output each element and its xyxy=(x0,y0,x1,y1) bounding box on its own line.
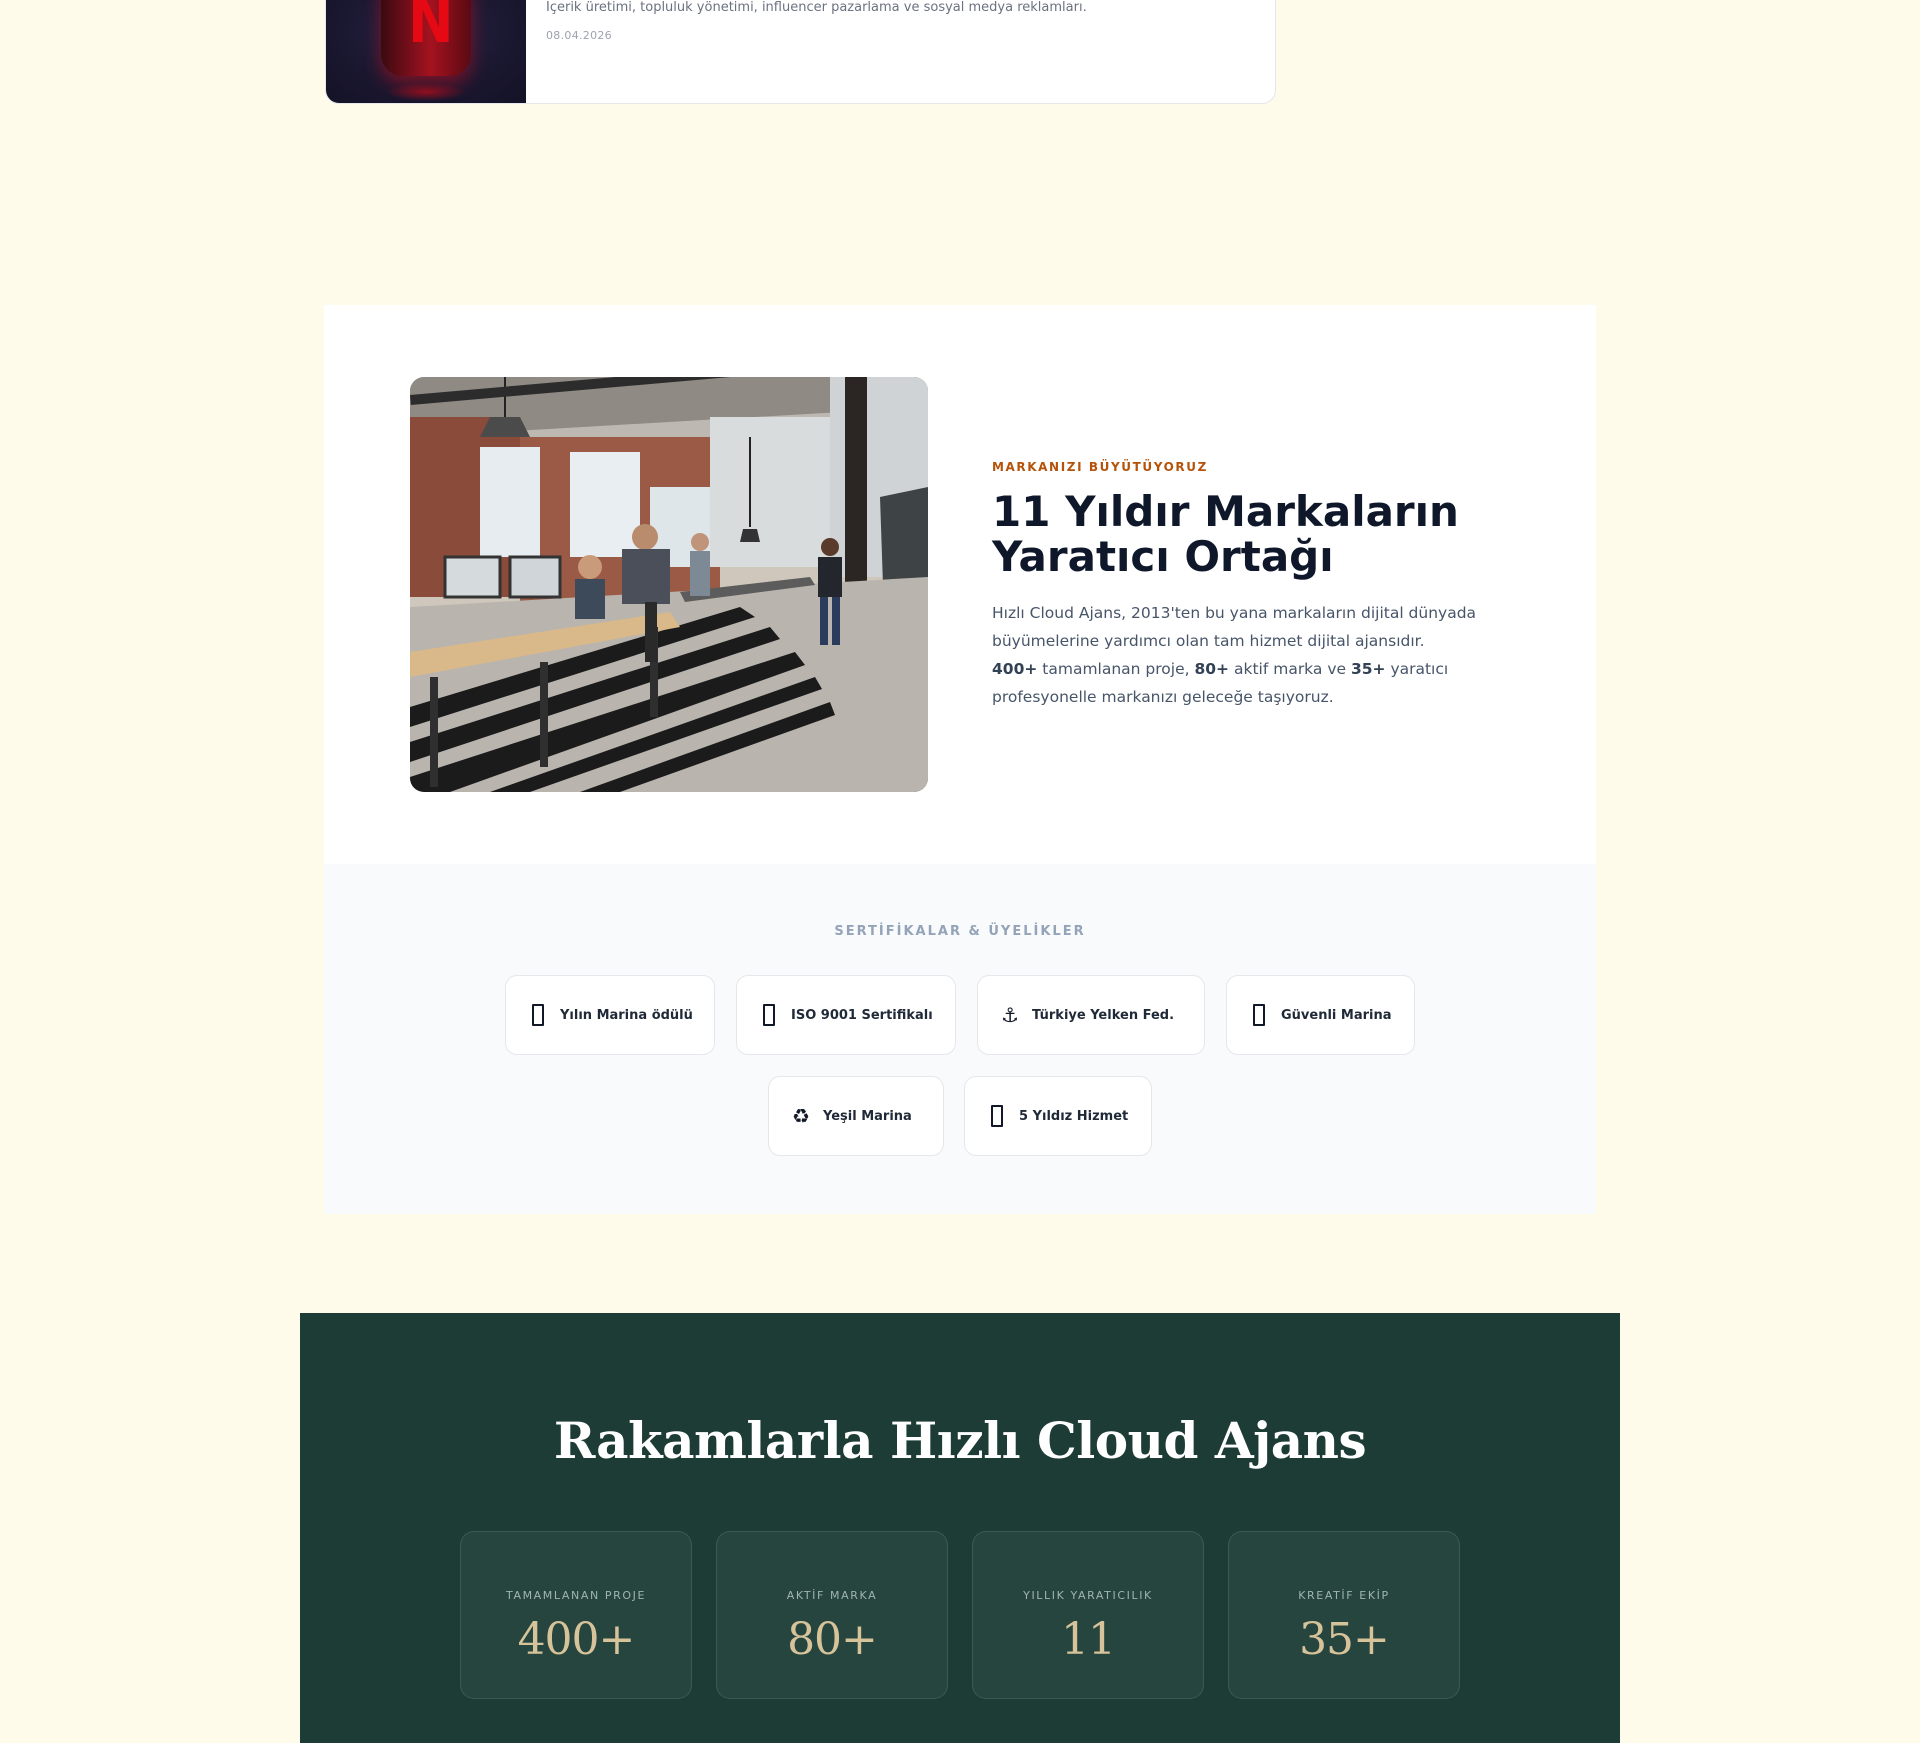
stat-projects-inline: 400+ xyxy=(992,660,1038,679)
certificate-5-yildiz: 5 Yıldız Hizmet xyxy=(964,1076,1152,1156)
stat-value: 11 xyxy=(1061,1614,1116,1665)
stat-label: KREATİF EKİP xyxy=(1298,1589,1390,1602)
stats-section: Rakamlarla Hızlı Cloud Ajans TAMAMLANAN … xyxy=(300,1313,1620,1743)
stat-value: 35+ xyxy=(1299,1614,1390,1665)
about-section: MARKANIZI BÜYÜTÜYORUZ 11 Yıldır Markalar… xyxy=(324,305,1596,864)
blog-card[interactable]: N İçerik üretimi, topluluk yönetimi, inf… xyxy=(325,0,1276,104)
certificate-label: ISO 9001 Sertifikalı xyxy=(791,1007,933,1023)
stat-team-inline: 35+ xyxy=(1350,660,1386,679)
certificate-yesil-marina: ♻ Yeşil Marina xyxy=(768,1076,944,1156)
anchor-icon: ⚓ xyxy=(1001,1003,1019,1027)
blog-thumbnail-image: N xyxy=(326,0,526,103)
stat-label: AKTİF MARKA xyxy=(786,1589,878,1602)
stats-title: Rakamlarla Hızlı Cloud Ajans xyxy=(553,1411,1367,1470)
certificate-label: 5 Yıldız Hizmet xyxy=(1019,1108,1129,1124)
stat-brands-inline: 80+ xyxy=(1194,660,1230,679)
certificate-yelken-fed: ⚓ Türkiye Yelken Fed. xyxy=(977,975,1205,1055)
certificate-label: Yeşil Marina xyxy=(823,1108,912,1124)
about-title-line-1: 11 Yıldır Markaların xyxy=(992,487,1459,536)
stat-label: YILLIK YARATICILIK xyxy=(1023,1589,1153,1602)
about-title: 11 Yıldır Markaların Yaratıcı Ortağı xyxy=(992,487,1512,581)
about-title-line-2: Yaratıcı Ortağı xyxy=(992,531,1334,581)
certificates-section: SERTİFİKALAR & ÜYELİKLER Yılın Marina öd… xyxy=(324,864,1596,1214)
certificate-yilin-marina: Yılın Marina ödülü xyxy=(505,975,715,1055)
shield-icon xyxy=(1253,1004,1265,1026)
stat-value: 80+ xyxy=(787,1614,878,1665)
netflix-logo: N xyxy=(408,0,454,58)
star-icon xyxy=(991,1105,1003,1127)
certificate-label: Yılın Marina ödülü xyxy=(560,1007,693,1023)
about-paragraph: Hızlı Cloud Ajans, 2013'ten bu yana mark… xyxy=(992,599,1512,711)
about-eyebrow: MARKANIZI BÜYÜTÜYORUZ xyxy=(992,460,1208,474)
stat-label: TAMAMLANAN PROJE xyxy=(505,1589,646,1602)
stat-value: 400+ xyxy=(517,1614,636,1665)
office-photo xyxy=(410,377,928,792)
stat-card-brands: AKTİF MARKA 80+ xyxy=(716,1531,948,1699)
trophy-icon xyxy=(532,1004,544,1026)
certificate-iso-9001: ISO 9001 Sertifikalı xyxy=(736,975,956,1055)
certificate-label: Güvenli Marina xyxy=(1281,1007,1392,1023)
about-text-2: aktif marka ve xyxy=(1229,660,1351,679)
stat-card-years: YILLIK YARATICILIK 11 xyxy=(972,1531,1204,1699)
about-intro: Hızlı Cloud Ajans, 2013'ten bu yana mark… xyxy=(992,604,1477,651)
certificate-guvenli-marina: Güvenli Marina xyxy=(1226,975,1415,1055)
stat-card-projects: TAMAMLANAN PROJE 400+ xyxy=(460,1531,692,1699)
stat-card-team: KREATİF EKİP 35+ xyxy=(1228,1531,1460,1699)
recycle-icon: ♻ xyxy=(792,1104,810,1128)
blog-date: 08.04.2026 xyxy=(546,29,612,43)
certificate-label: Türkiye Yelken Fed. xyxy=(1032,1007,1175,1023)
about-text-1: tamamlanan proje, xyxy=(1037,660,1195,679)
blog-description: İçerik üretimi, topluluk yönetimi, influ… xyxy=(546,0,1087,15)
certificates-title: SERTİFİKALAR & ÜYELİKLER xyxy=(834,924,1086,939)
certificate-icon xyxy=(763,1004,775,1026)
